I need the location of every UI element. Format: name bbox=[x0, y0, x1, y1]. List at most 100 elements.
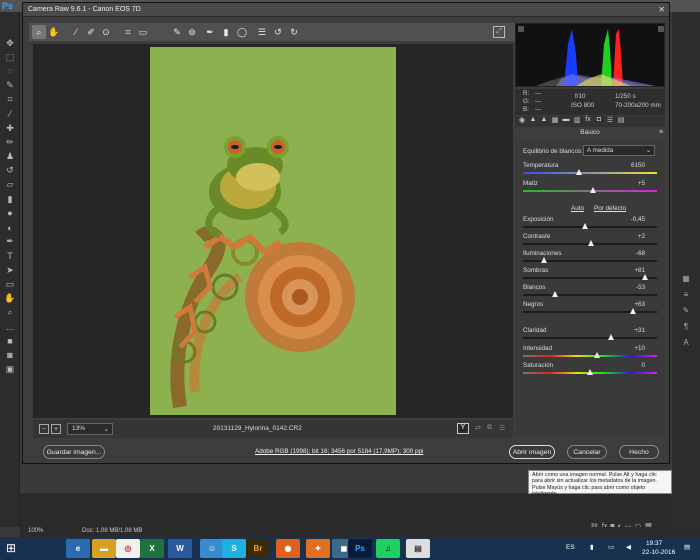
healing-tool-icon[interactable]: ✚ bbox=[0, 121, 20, 135]
move-tool-icon[interactable]: ✥ bbox=[0, 36, 20, 50]
network-icon[interactable]: ▮ bbox=[590, 543, 594, 551]
red-eye-icon[interactable]: ⊛ bbox=[185, 25, 199, 39]
ie-icon[interactable]: e bbox=[66, 539, 90, 558]
cancel-button[interactable]: Cancelar bbox=[567, 445, 607, 459]
slider-track[interactable] bbox=[523, 172, 657, 174]
slider-blacks[interactable]: Negros +63 bbox=[523, 301, 657, 317]
dodge-tool-icon[interactable]: ◐ bbox=[0, 220, 20, 234]
properties-panel-icon[interactable]: ≡ bbox=[672, 286, 700, 302]
stamp-tool-icon[interactable]: ♟ bbox=[0, 150, 20, 164]
slider-value[interactable]: -53 bbox=[636, 284, 645, 291]
slider-thumb[interactable] bbox=[581, 223, 588, 229]
history-brush-icon[interactable]: ↺ bbox=[0, 164, 20, 178]
preferences-icon[interactable]: ☰ bbox=[255, 25, 269, 39]
slider-temperature[interactable]: Temperatura 6150 bbox=[523, 162, 657, 178]
white-balance-select[interactable]: A medida ⌄ bbox=[583, 145, 655, 156]
spot-removal-icon[interactable]: ✎ bbox=[170, 25, 184, 39]
auto-link[interactable]: Auto bbox=[571, 205, 584, 212]
character-panel-icon[interactable]: A bbox=[672, 334, 700, 350]
workflow-options-link[interactable]: Adobe RGB (1998); bit 16; 3456 por 5184 … bbox=[255, 448, 423, 455]
adjustment-brush-icon[interactable]: ✒ bbox=[203, 25, 217, 39]
tab-detail-icon[interactable]: ▲ bbox=[539, 116, 549, 127]
lasso-tool-icon[interactable]: ◌ bbox=[0, 64, 20, 78]
color-swatch-icon[interactable]: ■ bbox=[0, 334, 20, 348]
tab-presets-icon[interactable]: ☰ bbox=[605, 116, 615, 127]
hand-tool-icon[interactable]: ✋ bbox=[0, 291, 20, 305]
slider-track[interactable] bbox=[523, 337, 657, 339]
tab-lens-icon[interactable]: ▥ bbox=[572, 116, 582, 127]
slider-thumb[interactable] bbox=[641, 274, 648, 280]
zoom-select[interactable]: 13% ⌄ bbox=[67, 423, 113, 435]
input-language[interactable]: ES bbox=[566, 544, 575, 551]
slider-exposure[interactable]: Exposición -0,45 bbox=[523, 216, 657, 232]
slider-value[interactable]: -0,45 bbox=[631, 216, 645, 223]
quick-mask-icon[interactable]: ◙ bbox=[0, 348, 20, 362]
slider-thumb[interactable] bbox=[541, 257, 548, 263]
slider-value[interactable]: +81 bbox=[634, 267, 645, 274]
firefox-icon[interactable]: ✦ bbox=[306, 539, 330, 558]
media-icon[interactable]: ◉ bbox=[276, 539, 300, 558]
slider-thumb[interactable] bbox=[576, 169, 583, 175]
zoom-tool-icon[interactable]: ⌕ bbox=[0, 306, 20, 320]
straighten-icon[interactable]: ▭ bbox=[136, 25, 150, 39]
slider-vibrance[interactable]: Intensidad +10 bbox=[523, 345, 657, 361]
marquee-tool-icon[interactable]: ⬚ bbox=[0, 50, 20, 64]
slider-thumb[interactable] bbox=[552, 291, 559, 297]
notifications-icon[interactable]: ▤ bbox=[684, 543, 690, 551]
eyedropper-tool-icon[interactable]: ⁄ bbox=[0, 107, 20, 121]
slider-value[interactable]: 0 bbox=[641, 362, 645, 369]
slider-tint[interactable]: Matiz +5 bbox=[523, 180, 657, 196]
slider-value[interactable]: +5 bbox=[638, 180, 645, 187]
slider-highlights[interactable]: Iluminaciones -68 bbox=[523, 250, 657, 266]
close-icon[interactable]: ✕ bbox=[658, 5, 665, 14]
notepad-icon[interactable]: ▤ bbox=[406, 539, 430, 558]
history-panel-icon[interactable]: ▦ bbox=[672, 270, 700, 286]
tab-hsl-icon[interactable]: ▦ bbox=[550, 116, 560, 127]
before-after-toggle[interactable]: Y bbox=[457, 423, 469, 434]
zoom-out-button[interactable]: − bbox=[39, 424, 49, 434]
eraser-tool-icon[interactable]: ▱ bbox=[0, 178, 20, 192]
excel-icon[interactable]: X bbox=[140, 539, 164, 558]
tab-split-toning-icon[interactable]: ▬ bbox=[561, 116, 571, 127]
crop-icon[interactable]: ⌗ bbox=[121, 25, 135, 39]
tab-tone-curve-icon[interactable]: ▲ bbox=[528, 116, 538, 127]
save-image-button[interactable]: Guardar imagen... bbox=[43, 445, 105, 459]
zoom-in-button[interactable]: + bbox=[51, 424, 61, 434]
hand-icon[interactable]: ✋ bbox=[47, 25, 61, 39]
slider-track[interactable] bbox=[523, 355, 657, 357]
type-tool-icon[interactable]: T bbox=[0, 249, 20, 263]
slider-thumb[interactable] bbox=[593, 352, 600, 358]
panel-menu-icon[interactable]: ≡ bbox=[659, 129, 663, 136]
skype-icon[interactable]: S bbox=[222, 539, 246, 558]
slider-contrast[interactable]: Contraste +2 bbox=[523, 233, 657, 249]
windows-start-icon[interactable]: ⊞ bbox=[6, 541, 20, 555]
photoshop-taskbar-icon[interactable]: Ps bbox=[348, 539, 372, 558]
clock-date[interactable]: 22-10-2016 bbox=[642, 549, 675, 556]
battery-icon[interactable]: ▭ bbox=[608, 543, 614, 551]
done-button[interactable]: Hecho bbox=[619, 445, 659, 459]
spotify-icon[interactable]: ♫ bbox=[376, 539, 400, 558]
screen-mode-icon[interactable]: ▣ bbox=[0, 362, 20, 376]
slider-track[interactable] bbox=[523, 294, 657, 296]
slider-whites[interactable]: Blancos -53 bbox=[523, 284, 657, 300]
slider-value[interactable]: +10 bbox=[634, 345, 645, 352]
slider-clarity[interactable]: Claridad +31 bbox=[523, 327, 657, 343]
tab-camera-calibration-icon[interactable]: ◘ bbox=[594, 116, 604, 127]
before-after-swap-icon[interactable]: ⇄ bbox=[475, 424, 481, 432]
color-sampler-icon[interactable]: ✐ bbox=[84, 25, 98, 39]
graduated-filter-icon[interactable]: ▮ bbox=[219, 25, 233, 39]
pen-tool-icon[interactable]: ✒ bbox=[0, 235, 20, 249]
bridge-icon[interactable]: Br bbox=[246, 539, 270, 558]
crop-tool-icon[interactable]: ⌗ bbox=[0, 93, 20, 107]
people-icon[interactable]: ☺ bbox=[200, 539, 224, 558]
brush-panel-icon[interactable]: ✎ bbox=[672, 302, 700, 318]
copy-settings-icon[interactable]: ⧉ bbox=[487, 424, 492, 432]
preview-settings-icon[interactable]: ☰ bbox=[499, 424, 505, 432]
slider-shadows[interactable]: Sombras +81 bbox=[523, 267, 657, 283]
slider-track[interactable] bbox=[523, 226, 657, 228]
preview-canvas[interactable] bbox=[33, 44, 513, 418]
explorer-icon[interactable]: ▬ bbox=[92, 539, 116, 558]
tab-basic-icon[interactable]: ◉ bbox=[517, 116, 527, 127]
slider-thumb[interactable] bbox=[589, 187, 596, 193]
slider-track[interactable] bbox=[523, 277, 657, 279]
